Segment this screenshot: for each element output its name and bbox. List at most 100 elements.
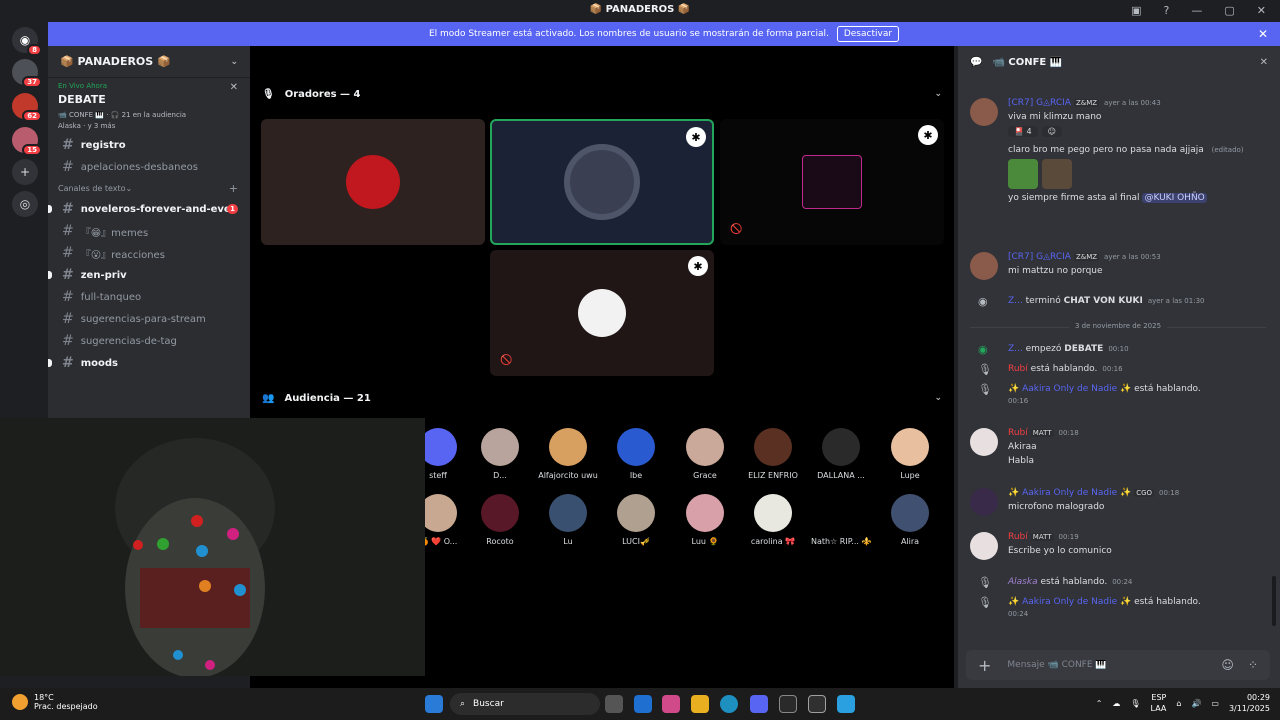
username[interactable]: [CR7] G◬RCIA bbox=[1008, 252, 1071, 262]
channel-item[interactable]: # 『😮』reacciones bbox=[48, 242, 250, 264]
username[interactable]: ✨ Aakira Only de Nadie ✨ bbox=[1008, 488, 1131, 498]
minimize-icon[interactable]: — bbox=[1191, 4, 1202, 17]
message[interactable]: ✨ Aakira Only de Nadie ✨ CGO 00:18 microfo… bbox=[970, 488, 1270, 516]
channel-item[interactable]: # noveleros-forever-and-ever 1 bbox=[48, 198, 250, 220]
username[interactable]: Z... bbox=[1008, 296, 1023, 306]
channel-item[interactable]: # registro bbox=[48, 134, 250, 156]
help-icon[interactable]: ? bbox=[1164, 4, 1170, 17]
username[interactable]: ✨ Aakira Only de Nadie ✨ bbox=[1008, 597, 1131, 607]
close-icon[interactable]: ✕ bbox=[230, 82, 238, 93]
audience-member[interactable]: ELIZ ENFRIO bbox=[743, 428, 803, 480]
speaker-tile[interactable]: ✱ 🚫 bbox=[490, 250, 714, 376]
reaction[interactable]: 🎴 4 bbox=[1008, 126, 1038, 137]
message[interactable]: Rubí MATT 00:18 Akiraa Habla bbox=[970, 428, 1270, 466]
user-mention[interactable]: @KUKI OHÑO bbox=[1142, 193, 1207, 203]
chat-panel: 💬 📹 CONFE 🎹 ✕ [CR7] G◬RCIA Z&MZ ayer a las… bbox=[958, 46, 1280, 688]
channel-item[interactable]: # full-tanqueo bbox=[48, 286, 250, 308]
message[interactable]: Rubí MATT 00:19 Escribe yo lo comunico bbox=[970, 532, 1270, 560]
message[interactable]: [CR7] G◬RCIA Z&MZ ayer a las 00:43 viva mi… bbox=[970, 98, 1270, 203]
username[interactable]: Rubí bbox=[1008, 364, 1028, 374]
language-indicator[interactable]: ESP LAA bbox=[1151, 692, 1167, 714]
audience-member[interactable]: Alfajorcito uwu bbox=[538, 428, 598, 480]
apps-icon[interactable]: ⁘ bbox=[1248, 658, 1258, 672]
message-composer[interactable]: + Mensaje 📹 CONFE 🎹 ☺ ⁘ bbox=[966, 650, 1270, 680]
speaker-tile[interactable] bbox=[261, 119, 485, 245]
clock[interactable]: 00:29 3/11/2025 bbox=[1229, 692, 1270, 714]
audience-header[interactable]: 👥 Audiencia — 21 ⌄ bbox=[262, 388, 942, 408]
task-view-icon[interactable] bbox=[605, 695, 623, 713]
channel-item[interactable]: # sugerencias-para-stream bbox=[48, 308, 250, 330]
audience-member[interactable]: LUCI🎺 bbox=[606, 494, 666, 546]
maximize-icon[interactable]: ▢ bbox=[1224, 4, 1234, 17]
copilot-icon[interactable] bbox=[662, 695, 680, 713]
add-channel-icon[interactable]: + bbox=[229, 182, 238, 195]
avatar[interactable] bbox=[970, 98, 998, 126]
audience-member[interactable]: Lu bbox=[538, 494, 598, 546]
search-box[interactable]: ⌕ Buscar bbox=[450, 693, 600, 715]
audience-member[interactable]: Nath☆ RIP... ⚜️ bbox=[811, 494, 871, 546]
add-reaction-icon[interactable]: ☺ bbox=[1041, 126, 1062, 137]
audience-member[interactable]: Lupe bbox=[880, 428, 940, 480]
avatar[interactable] bbox=[970, 252, 998, 280]
message[interactable]: [CR7] G◬RCIA Z&MZ ayer a las 00:53 mi matt… bbox=[970, 252, 1270, 280]
live-event-card[interactable]: En Vivo Ahora DEBATE 📹 CONFE 🎹 · 🎧 21 en… bbox=[48, 78, 250, 134]
weather-widget[interactable]: 18°C Prac. despejado bbox=[12, 693, 98, 711]
avatar[interactable] bbox=[970, 532, 998, 560]
username[interactable]: Z... bbox=[1008, 344, 1023, 354]
app-icon[interactable] bbox=[837, 695, 855, 713]
close-icon[interactable]: ✕ bbox=[1258, 27, 1268, 41]
username[interactable]: ✨ Aakira Only de Nadie ✨ bbox=[1008, 384, 1131, 394]
store-icon[interactable] bbox=[634, 695, 652, 713]
server-icon[interactable]: 15 bbox=[12, 127, 42, 156]
battery-icon[interactable]: ▭ bbox=[1211, 699, 1219, 708]
network-icon[interactable]: ⌂ bbox=[1176, 699, 1181, 708]
emoji-icon[interactable]: ☺ bbox=[1221, 658, 1234, 672]
attach-plus-icon[interactable]: + bbox=[978, 656, 991, 675]
audience-member[interactable]: Luu 🌻 bbox=[675, 494, 735, 546]
username[interactable]: Alaska bbox=[1008, 577, 1038, 587]
speaker-tile[interactable]: ✱ 🚫 bbox=[720, 119, 944, 245]
category-header[interactable]: Canales de texto ⌄ + bbox=[48, 178, 250, 198]
audience-member[interactable]: Grace bbox=[675, 428, 735, 480]
app-icon[interactable] bbox=[779, 695, 797, 713]
start-icon[interactable] bbox=[425, 695, 443, 713]
channel-item[interactable]: # sugerencias-de-tag bbox=[48, 330, 250, 352]
audience-member[interactable]: Rocoto bbox=[470, 494, 530, 546]
audience-member[interactable]: D... bbox=[470, 428, 530, 480]
channel-item[interactable]: # apelaciones-desbaneos bbox=[48, 156, 250, 178]
username[interactable]: [CR7] G◬RCIA bbox=[1008, 98, 1071, 108]
volume-icon[interactable]: 🔊 bbox=[1191, 699, 1201, 708]
scrollbar[interactable] bbox=[1272, 576, 1276, 626]
server-header[interactable]: 📦 PANADEROS 📦 ⌄ bbox=[48, 46, 250, 78]
audience-member[interactable]: DALLANA ... bbox=[811, 428, 871, 480]
speakers-header[interactable]: 🎙 Oradores — 4 ⌄ bbox=[262, 84, 942, 104]
audience-member[interactable]: Ibe bbox=[606, 428, 666, 480]
message-input[interactable]: Mensaje 📹 CONFE 🎹 bbox=[1007, 660, 1106, 670]
discord-home-icon[interactable]: ◉ 8 bbox=[12, 27, 42, 56]
audience-member[interactable]: carolina 🎀 bbox=[743, 494, 803, 546]
inbox-icon[interactable]: ▣ bbox=[1131, 4, 1141, 17]
audience-member[interactable]: Alira bbox=[880, 494, 940, 546]
server-icon[interactable]: 37 bbox=[12, 59, 42, 88]
avatar[interactable] bbox=[970, 428, 998, 456]
discord-taskbar-icon[interactable] bbox=[750, 695, 768, 713]
channel-item[interactable]: # 『😁』memes bbox=[48, 220, 250, 242]
onedrive-icon[interactable]: ☁ bbox=[1112, 699, 1120, 708]
app-icon[interactable] bbox=[808, 695, 826, 713]
chevron-up-icon[interactable]: ⌃ bbox=[1096, 699, 1103, 708]
channel-item[interactable]: # moods bbox=[48, 352, 250, 374]
close-icon[interactable]: ✕ bbox=[1260, 57, 1268, 68]
file-explorer-icon[interactable] bbox=[691, 695, 709, 713]
disable-streamer-button[interactable]: Desactivar bbox=[836, 26, 900, 42]
add-server-icon[interactable]: + bbox=[12, 159, 38, 185]
edge-icon[interactable] bbox=[720, 695, 738, 713]
explore-icon[interactable]: ◎ bbox=[12, 191, 38, 217]
username[interactable]: Rubí bbox=[1008, 532, 1028, 542]
server-icon[interactable]: 62 bbox=[12, 93, 42, 122]
username[interactable]: Rubí bbox=[1008, 428, 1028, 438]
avatar[interactable] bbox=[970, 488, 998, 516]
close-window-icon[interactable]: ✕ bbox=[1257, 4, 1266, 17]
channel-item[interactable]: # zen-priv bbox=[48, 264, 250, 286]
microphone-icon[interactable]: 🎙 bbox=[1130, 699, 1140, 708]
speaker-tile-active[interactable]: ✱ bbox=[490, 119, 714, 245]
